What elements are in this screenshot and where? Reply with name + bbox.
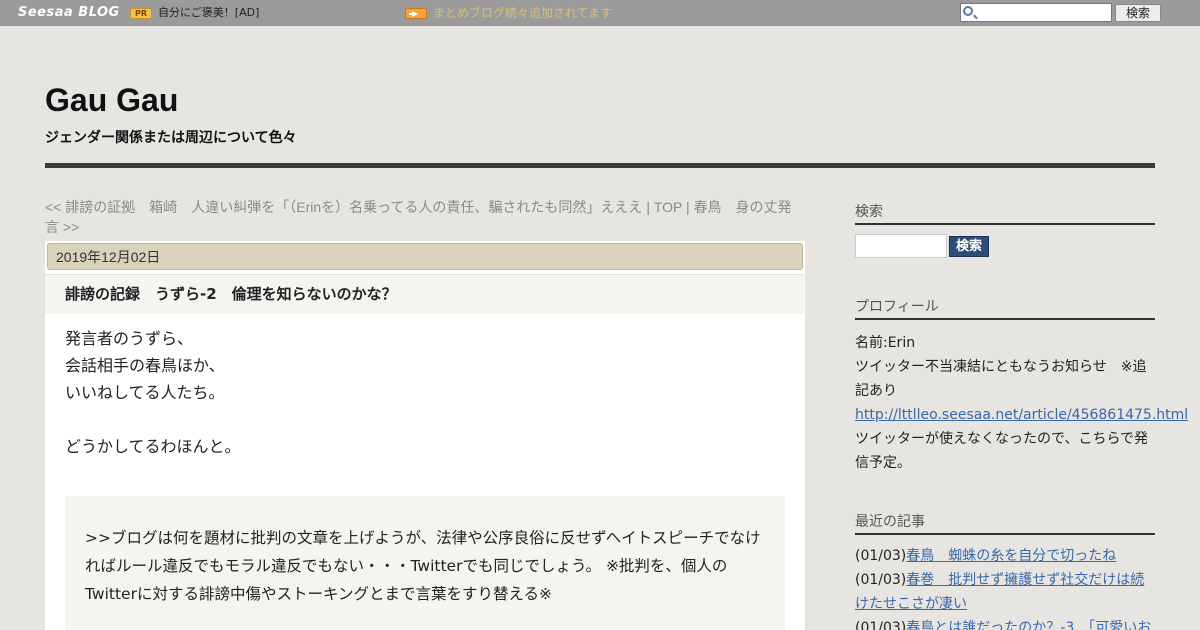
body-blank-line: [65, 406, 785, 433]
profile-link[interactable]: http://lttlleo.seesaa.net/article/456861…: [855, 407, 1188, 423]
recent-date: (01/03): [855, 548, 907, 564]
header-divider: [45, 163, 1155, 168]
sidebar-profile: プロフィール 名前:Erin ツイッター不当凍結にともなうお知らせ ※追記あり …: [855, 296, 1188, 475]
article-nav: << 誹謗の証拠 箱崎 人違い糾弾を「（Erinを）名乗ってる人の責任、騙された…: [45, 197, 805, 237]
prev-article-link[interactable]: << 誹謗の証拠 箱崎 人違い糾弾を「（Erinを）名乗ってる人の責任、騙された…: [45, 199, 642, 215]
sidebar-search-input[interactable]: [855, 234, 947, 258]
entry-date: 2019年12月02日: [47, 243, 803, 270]
body-line: どうかしてるわほんと。: [65, 437, 241, 456]
recent-link[interactable]: 春鳥とは誰だったのか？-3 「可愛いお: [906, 620, 1151, 630]
nav-separator: |: [682, 199, 694, 215]
notice-link[interactable]: まとめブログ続々追加されてます: [433, 6, 612, 21]
sidebar-search-button[interactable]: 検索: [949, 236, 989, 257]
blog-title[interactable]: Gau Gau: [45, 80, 178, 120]
top-search-button[interactable]: 検索: [1115, 4, 1161, 22]
sidebar-recent-heading: 最近の記事: [855, 511, 1155, 535]
entry-title-bar: 誹謗の記録 うずら-2 倫理を知らないのかな？: [45, 274, 805, 314]
body-line: 発言者のうずら、: [65, 329, 194, 348]
profile-name: 名前:Erin: [855, 335, 916, 351]
list-item: (01/03)春鳥とは誰だったのか？-3 「可愛いお: [855, 616, 1155, 630]
list-item: (01/03)春鳥 蜘蛛の糸を自分で切ったね: [855, 544, 1155, 568]
seesaa-blog-logo[interactable]: Seesaa BLOG: [18, 4, 120, 22]
body-line: いいねしてる人たち。: [65, 383, 225, 402]
logo-sub: BLOG: [78, 5, 120, 20]
blockquote: >>ブログは何を題材に批判の文章を上げようが、法律や公序良俗に反せずヘイトスピー…: [65, 496, 785, 630]
sidebar-search-heading: 検索: [855, 201, 1155, 225]
recent-link[interactable]: 春鳥 蜘蛛の糸を自分で切ったね: [906, 548, 1116, 564]
profile-after: ツイッターが使えなくなったので、こちらで発信予定。: [855, 431, 1149, 471]
sidebar-search: 検索 検索: [855, 201, 1155, 258]
entry-title[interactable]: 誹謗の記録 うずら-2 倫理を知らないのかな？: [65, 285, 397, 303]
recent-list: (01/03)春鳥 蜘蛛の糸を自分で切ったね (01/03)春巻 批判せず擁護せ…: [855, 544, 1155, 630]
blog-description: ジェンダー関係または周辺について色々: [45, 130, 297, 146]
profile-text: 名前:Erin ツイッター不当凍結にともなうお知らせ ※追記あり http://…: [855, 331, 1188, 475]
sidebar-profile-heading: プロフィール: [855, 296, 1155, 320]
profile-note: ツイッター不当凍結にともなうお知らせ ※追記あり: [855, 359, 1147, 399]
search-icon: [963, 6, 973, 16]
entry: 2019年12月02日 誹謗の記録 うずら-2 倫理を知らないのかな？ 発言者の…: [45, 241, 805, 630]
top-link[interactable]: TOP: [654, 199, 682, 215]
nav-separator: |: [642, 199, 654, 215]
recent-date: (01/03): [855, 572, 907, 588]
pr-ad-link[interactable]: 自分にご褒美！[AD]: [158, 6, 259, 20]
recent-date: (01/03): [855, 620, 907, 630]
top-search-box: [960, 3, 1112, 22]
logo-main: Seesaa: [18, 5, 74, 20]
arrow-right-icon: [405, 8, 427, 19]
entry-body: 発言者のうずら、 会話相手の春鳥ほか、 いいねしてる人たち。 どうかしてるわほん…: [65, 325, 785, 460]
sidebar-recent: 最近の記事 (01/03)春鳥 蜘蛛の糸を自分で切ったね (01/03)春巻 批…: [855, 511, 1155, 630]
list-item: (01/03)春巻 批判せず擁護せず社交だけは続けたせこさが凄い: [855, 568, 1155, 616]
body-line: 会話相手の春鳥ほか、: [65, 356, 225, 375]
seesaa-top-bar: Seesaa BLOG PR 自分にご褒美！[AD] まとめブログ続々追加されてま…: [0, 0, 1200, 26]
top-search-input[interactable]: [977, 4, 1110, 21]
quote-text: >>ブログは何を題材に批判の文章を上げようが、法律や公序良俗に反せずヘイトスピー…: [85, 529, 761, 603]
pr-badge: PR: [130, 8, 152, 19]
